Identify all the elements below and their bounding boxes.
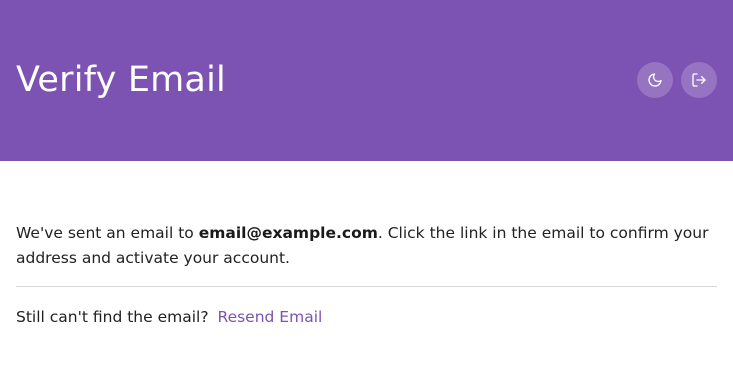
page-header: Verify Email xyxy=(0,0,733,161)
verification-message: We've sent an email to email@example.com… xyxy=(16,221,717,271)
message-prefix: We've sent an email to xyxy=(16,224,199,242)
page-title: Verify Email xyxy=(16,60,226,100)
email-address: email@example.com xyxy=(198,224,378,242)
resend-prompt: Still can't find the email? xyxy=(16,308,209,326)
logout-icon xyxy=(691,72,707,88)
header-actions xyxy=(637,62,717,98)
resend-email-link[interactable]: Resend Email xyxy=(218,308,323,326)
resend-row: Still can't find the email? Resend Email xyxy=(16,306,717,328)
verify-content: We've sent an email to email@example.com… xyxy=(16,221,717,328)
theme-toggle-button[interactable] xyxy=(637,62,673,98)
divider xyxy=(16,286,717,287)
logout-button[interactable] xyxy=(681,62,717,98)
moon-icon xyxy=(647,72,663,88)
